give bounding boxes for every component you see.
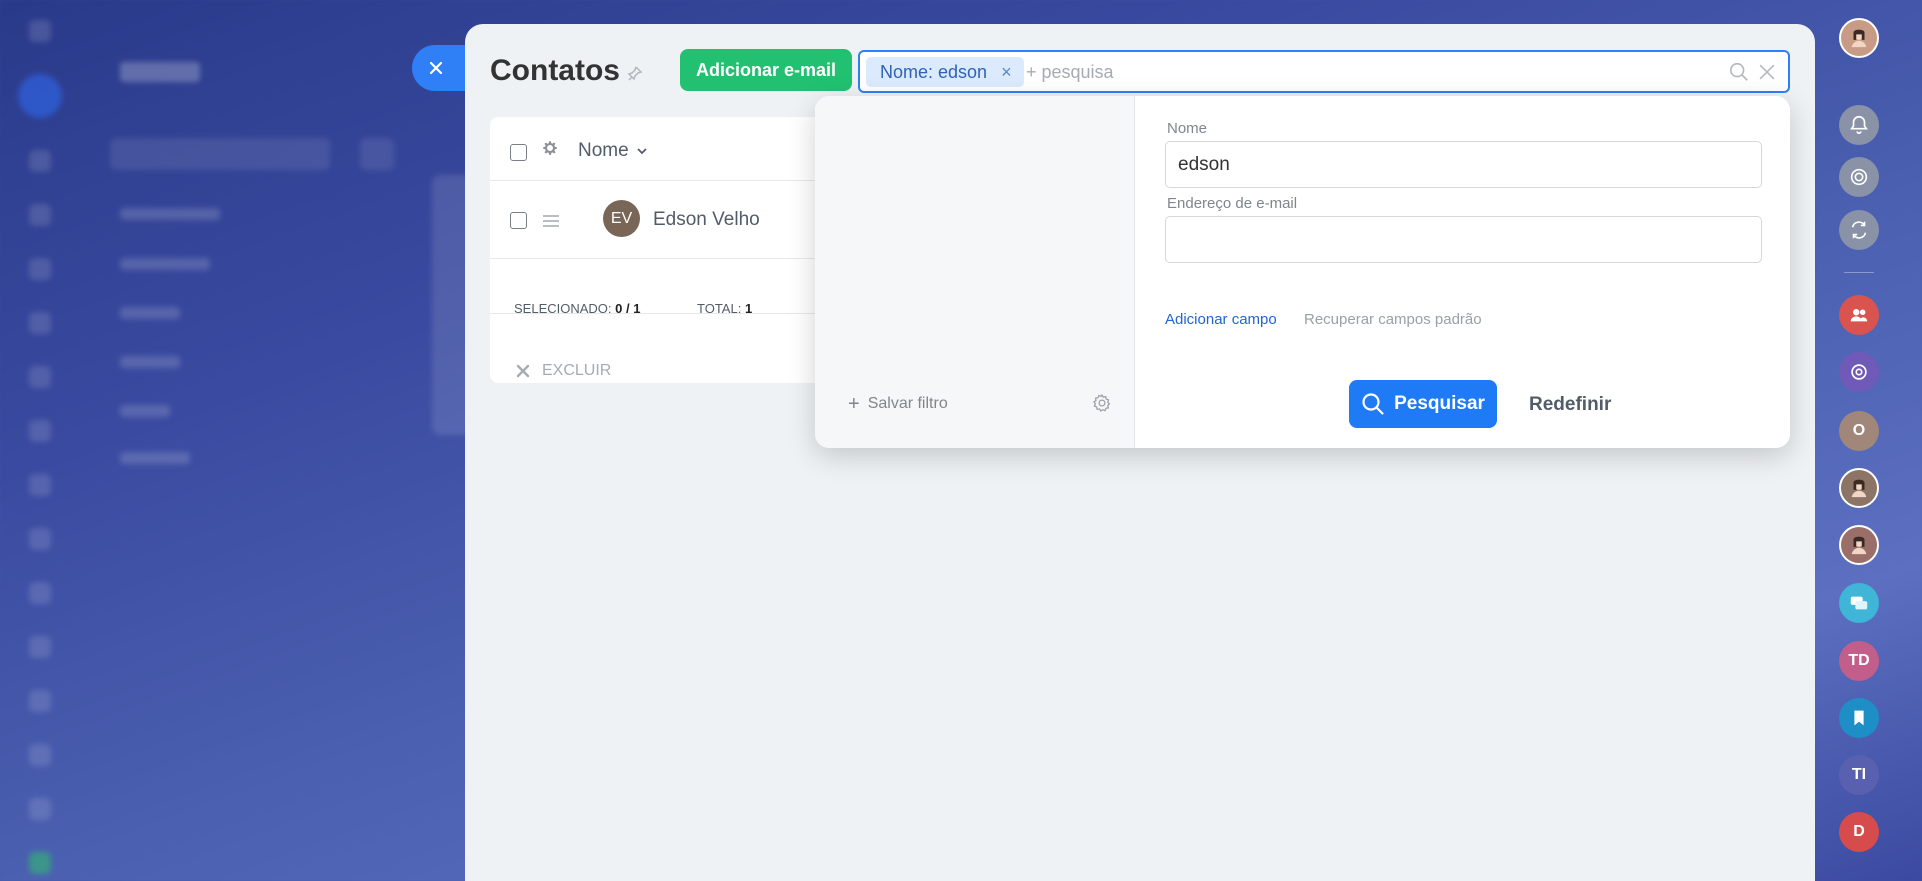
page-title: Contatos xyxy=(490,54,620,87)
contacts-list: Nome EV Edson Velho SELECIONADO: 0 / 1 T… xyxy=(490,117,830,383)
pin-icon[interactable] xyxy=(627,65,643,81)
reset-button[interactable]: Redefinir xyxy=(1529,394,1611,416)
group-icon[interactable] xyxy=(1839,295,1879,335)
sync-icon[interactable] xyxy=(1839,210,1879,250)
person-photo-icon xyxy=(1851,479,1867,498)
clear-search-icon[interactable] xyxy=(1756,61,1778,83)
contact-name[interactable]: Edson Velho xyxy=(653,209,760,231)
sidebar-user-avatar[interactable] xyxy=(1839,468,1879,508)
add-field-link[interactable]: Adicionar campo xyxy=(1165,311,1277,328)
bell-icon[interactable] xyxy=(1839,105,1879,145)
row-checkbox[interactable] xyxy=(510,212,527,229)
search-icon xyxy=(1362,393,1384,415)
name-field[interactable] xyxy=(1165,141,1762,188)
saved-filters-pane: + Salvar filtro xyxy=(815,96,1135,448)
person-photo-icon xyxy=(1851,536,1867,555)
restore-default-fields-link[interactable]: Recuperar campos padrão xyxy=(1304,311,1482,328)
drag-handle-icon[interactable] xyxy=(542,214,560,228)
filter-chip-label: Nome: edson xyxy=(880,61,988,82)
chat-bubbles-icon[interactable] xyxy=(1839,583,1879,623)
chat-circle-icon[interactable] xyxy=(1839,352,1879,392)
save-filter-button[interactable]: + Salvar filtro xyxy=(848,394,948,414)
delete-label: EXCLUIR xyxy=(542,362,612,379)
avatar: EV xyxy=(603,200,640,237)
bell-icon xyxy=(1850,115,1868,135)
chat-bubbles-icon xyxy=(1850,596,1868,610)
close-icon xyxy=(429,61,443,75)
filter-popup: + Salvar filtro Nome Endereço de e-mail … xyxy=(815,96,1790,448)
chat-circle-icon xyxy=(1851,364,1867,380)
group-icon xyxy=(1850,309,1868,322)
background-app xyxy=(0,0,472,881)
sync-icon xyxy=(1851,221,1867,239)
chevron-down-icon xyxy=(637,148,647,155)
sidebar-user-avatar[interactable] xyxy=(1839,525,1879,565)
filter-chip[interactable]: Nome: edson × xyxy=(866,57,1024,87)
search-button[interactable]: Pesquisar xyxy=(1349,380,1497,428)
save-filter-label: Salvar filtro xyxy=(867,395,948,412)
close-slider-button[interactable] xyxy=(412,45,468,91)
sidebar-user-avatar[interactable] xyxy=(1839,18,1879,58)
right-sidebar: O TD TI D xyxy=(1817,0,1922,881)
chip-remove-icon[interactable]: × xyxy=(1001,62,1012,83)
person-photo-icon xyxy=(1851,29,1867,48)
bookmark-icon xyxy=(1854,710,1864,726)
sidebar-contact-avatar[interactable]: O xyxy=(1839,411,1879,451)
search-icon[interactable] xyxy=(1728,61,1750,83)
target-icon[interactable] xyxy=(1839,157,1879,197)
delete-x-icon xyxy=(516,364,530,378)
target-icon xyxy=(1850,168,1868,186)
background-nav-rail xyxy=(18,20,62,881)
email-field-label: Endereço de e-mail xyxy=(1167,195,1298,212)
plus-icon: + xyxy=(848,393,860,415)
name-field-label: Nome xyxy=(1167,120,1208,137)
name-column-label: Nome xyxy=(578,140,629,161)
bookmark-icon[interactable] xyxy=(1839,698,1879,738)
search-bar[interactable]: Nome: edson × + pesquisa xyxy=(858,50,1790,93)
search-button-label: Pesquisar xyxy=(1394,393,1485,414)
select-all-checkbox[interactable] xyxy=(510,144,527,161)
email-field[interactable] xyxy=(1165,216,1762,263)
settings-gear-icon[interactable] xyxy=(1092,393,1112,413)
add-email-button[interactable]: Adicionar e-mail xyxy=(680,49,853,91)
sidebar-contact-avatar[interactable]: TD xyxy=(1839,641,1879,681)
delete-button[interactable]: EXCLUIR xyxy=(516,362,611,380)
sidebar-divider xyxy=(1844,272,1874,273)
sidebar-contact-avatar[interactable]: D xyxy=(1839,812,1879,852)
name-column-header[interactable]: Nome xyxy=(578,140,648,162)
search-input[interactable]: + pesquisa xyxy=(1026,62,1114,83)
gear-icon[interactable] xyxy=(541,139,559,157)
sidebar-contact-avatar[interactable]: TI xyxy=(1839,755,1879,795)
